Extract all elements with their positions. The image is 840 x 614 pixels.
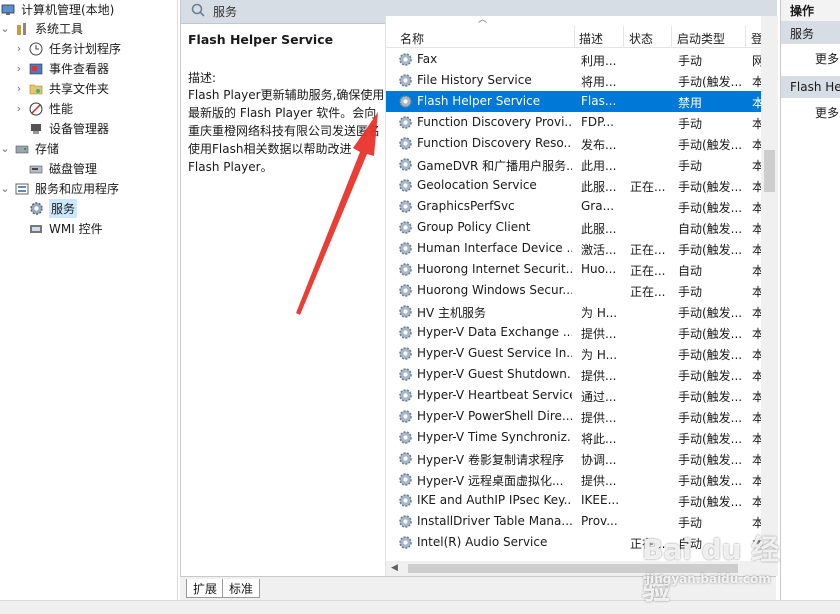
watermark-logo: Bai du 经验 jingyan.baidu.com	[642, 528, 802, 606]
watermark-url: jingyan.baidu.com	[646, 572, 771, 586]
annotation-arrow-icon	[296, 112, 378, 315]
watermark-brand: Bai du 经验	[642, 533, 780, 606]
